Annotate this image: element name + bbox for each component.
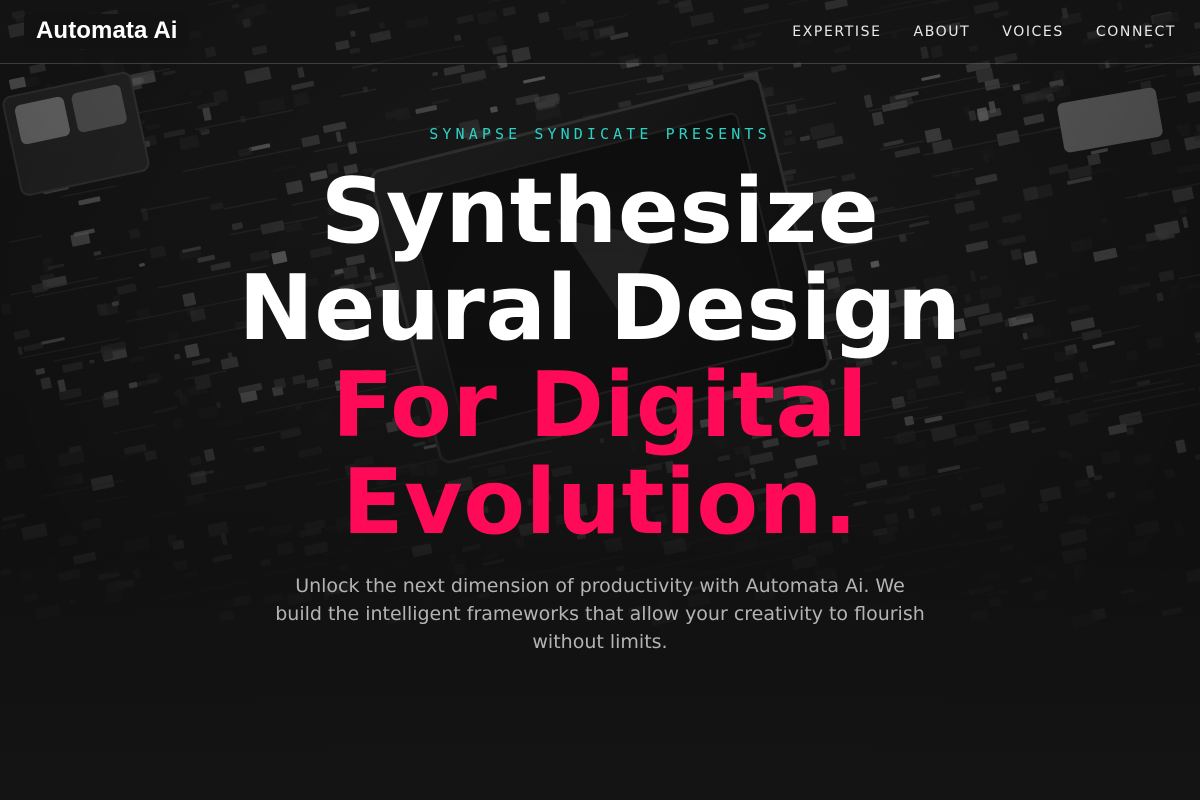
nav-links: EXPERTISE ABOUT VOICES CONNECT [760,24,1176,40]
landing-page: Automata Ai EXPERTISE ABOUT VOICES CONNE… [0,0,1200,800]
headline-line-3: For Digital [331,353,869,458]
hero-headline: Synthesize Neural Design For Digital Evo… [0,163,1200,551]
headline-line-1: Synthesize [320,159,880,264]
hero-eyebrow: SYNAPSE SYNDICATE PRESENTS [429,125,771,143]
hero-section: SYNAPSE SYNDICATE PRESENTS Synthesize Ne… [0,0,1200,800]
nav-link-voices[interactable]: VOICES [1002,24,1064,40]
nav-link-connect[interactable]: CONNECT [1096,24,1176,40]
headline-line-2: Neural Design [238,256,962,361]
top-navigation-bar: Automata Ai EXPERTISE ABOUT VOICES CONNE… [0,0,1200,64]
nav-link-expertise[interactable]: EXPERTISE [792,24,881,40]
nav-link-about[interactable]: ABOUT [914,24,971,40]
hero-description: Unlock the next dimension of productivit… [275,575,925,653]
brand-logo[interactable]: Automata Ai [24,14,189,49]
headline-line-4: Evolution. [342,450,858,555]
